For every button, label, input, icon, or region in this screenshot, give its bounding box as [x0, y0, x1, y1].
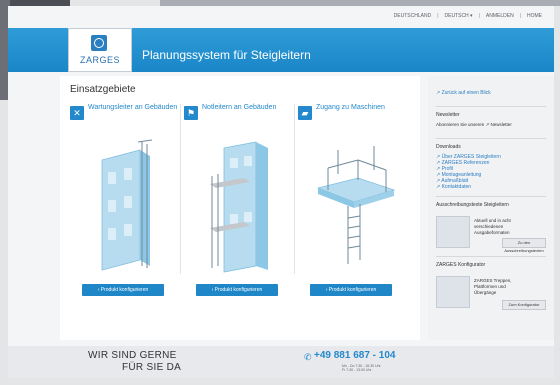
phone-icon: ✆ — [304, 352, 312, 362]
sidebar-divider — [436, 196, 546, 197]
configure-product-button[interactable]: › Produkt konfigurieren — [196, 284, 278, 296]
configure-product-button[interactable]: › Produkt konfigurieren — [310, 284, 392, 296]
newsletter-text[interactable]: Abonnieren Sie unseren ↗ Newsletter — [436, 122, 512, 128]
configurator-image — [436, 276, 470, 308]
tender-text-line: verschiedenen — [474, 224, 504, 229]
emergency-exit-icon: ⚑ — [184, 106, 198, 120]
product-column-maintenance: ✕ Wartungsleiter an Gebäuden › Produkt k… — [70, 104, 180, 332]
logo-text: ZARGES — [79, 55, 120, 65]
main-content: Einsatzgebiete ✕ Wartungsleiter an Gebäu… — [60, 76, 420, 340]
sidebar-divider — [436, 106, 546, 107]
column-header[interactable]: ✕ Wartungsleiter an Gebäuden — [70, 104, 180, 124]
configure-product-button[interactable]: › Produkt konfigurieren — [82, 284, 164, 296]
product-column-machines: ▰ Zugang zu Maschinen › Produkt konfigur… — [298, 104, 408, 332]
sidebar-divider — [436, 256, 546, 257]
tender-text-line: Ausgabeformaten — [474, 230, 510, 235]
tender-texts-heading: Ausschreibungstexte Steigleitern — [436, 202, 509, 208]
logo-mark-icon — [91, 35, 107, 51]
header-banner: ZARGES Planungssystem für Steigleitern — [8, 28, 554, 72]
top-bar: DEUTSCHLAND | DEUTSCH ▾ | ANMELDEN | HOM… — [8, 6, 554, 28]
page-title: Planungssystem für Steigleitern — [142, 48, 311, 62]
column-divider — [180, 104, 181, 274]
configurator-text-line: Übergänge — [474, 290, 497, 295]
configurator-text-line: ZARGES Treppen, — [474, 278, 512, 283]
column-header[interactable]: ▰ Zugang zu Maschinen — [298, 104, 408, 124]
tender-texts-image — [436, 216, 470, 248]
country-link[interactable]: DEUTSCHLAND — [394, 13, 432, 19]
emergency-ladder-illustration — [210, 141, 268, 273]
column-label[interactable]: Wartungsleiter an Gebäuden — [88, 104, 178, 112]
top-links: DEUTSCHLAND | DEUTSCH ▾ | ANMELDEN | HOM… — [393, 13, 542, 19]
sidebar-overview-link[interactable]: ↗ Zurück auf einen Blick — [436, 90, 491, 96]
sidebar: ↗ Zurück auf einen Blick Newsletter Abon… — [428, 76, 554, 340]
configurator-button[interactable]: Zum Konfigurator — [502, 300, 546, 310]
phone-number[interactable]: +49 881 687 - 104 — [314, 350, 395, 361]
login-link[interactable]: ANMELDEN — [486, 13, 514, 19]
footer-slogan-line1: WIR SIND GERNE — [88, 350, 177, 361]
web-page: DEUTSCHLAND | DEUTSCH ▾ | ANMELDEN | HOM… — [8, 6, 554, 378]
factory-icon: ▰ — [298, 106, 312, 120]
configurator-text-line: Plattformen und — [474, 284, 506, 289]
logo[interactable]: ZARGES — [68, 28, 132, 72]
opening-hours: Mo - Do 7:30 - 16:30 Uhr Fr 7:30 - 13:00… — [342, 364, 381, 372]
column-label[interactable]: Zugang zu Maschinen — [316, 104, 406, 112]
download-link[interactable]: ↗ Kontaktdaten — [436, 184, 471, 190]
section-title: Einsatzgebiete — [70, 84, 136, 95]
machine-access-illustration — [316, 146, 396, 264]
column-divider — [294, 104, 295, 274]
footer-slogan-line2: FÜR SIE DA — [122, 362, 182, 373]
sidebar-divider — [436, 138, 546, 139]
product-column-emergency: ⚑ Notleitern an Gebäuden › Produkt konfi… — [184, 104, 294, 332]
configurator-heading: ZARGES Konfigurator — [436, 262, 486, 268]
language-select[interactable]: DEUTSCH ▾ — [445, 13, 473, 19]
newsletter-heading: Newsletter — [436, 112, 460, 118]
tender-texts-button[interactable]: Zu den Ausschreibungstexten — [502, 238, 546, 253]
maintenance-ladder-illustration — [101, 139, 153, 271]
column-label[interactable]: Notleitern an Gebäuden — [202, 104, 292, 112]
column-header[interactable]: ⚑ Notleitern an Gebäuden — [184, 104, 294, 124]
footer-contact: WIR SIND GERNE FÜR SIE DA ✆ +49 881 687 … — [8, 346, 554, 378]
home-link[interactable]: HOME — [527, 13, 542, 19]
tender-text-line: Aktuell und in acht — [474, 218, 511, 223]
downloads-heading: Downloads — [436, 144, 461, 150]
tools-icon: ✕ — [70, 106, 84, 120]
